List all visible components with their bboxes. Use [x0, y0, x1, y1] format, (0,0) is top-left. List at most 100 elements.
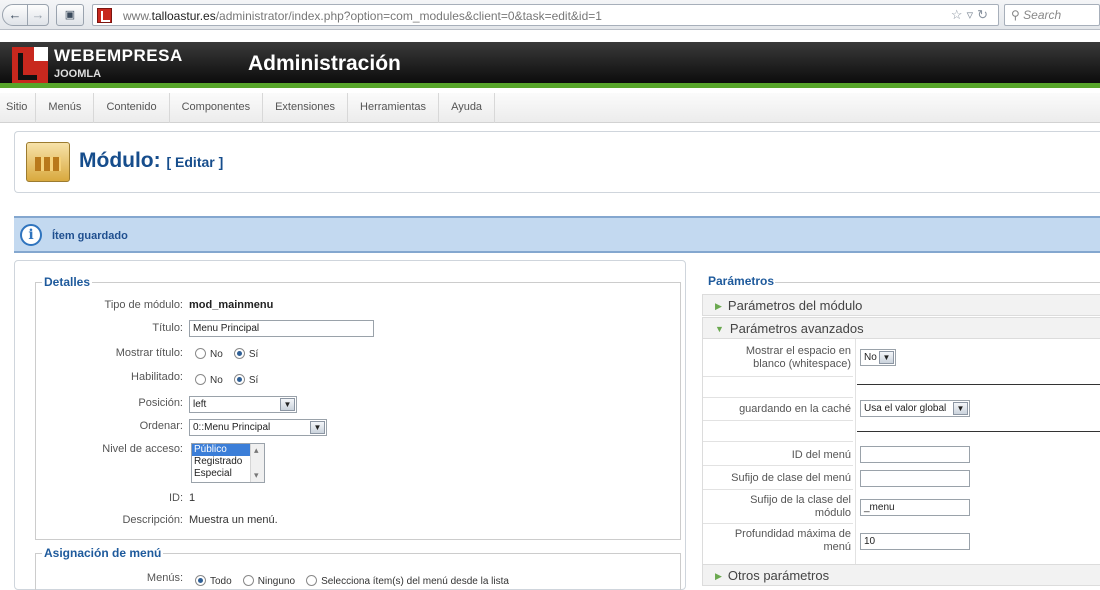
- admin-title: Administración: [248, 52, 401, 75]
- row-divider: [703, 441, 853, 442]
- module-params-header[interactable]: ▶ Parámetros del módulo: [702, 294, 1100, 316]
- arrow-right-icon: →: [31, 7, 45, 22]
- other-params-header[interactable]: ▶ Otros parámetros: [702, 564, 1100, 586]
- enabled-yes-radio[interactable]: [233, 374, 245, 385]
- star-icon[interactable]: ☆: [951, 7, 967, 22]
- brand-sub: JOOMLA: [54, 68, 102, 80]
- description-label: Descripción:: [122, 514, 183, 526]
- module-type-label: Tipo de módulo:: [104, 299, 183, 311]
- menu-item-herramientas[interactable]: Herramientas: [348, 93, 440, 123]
- menu-id-label: ID del menú: [791, 449, 851, 461]
- whitespace-label: Mostrar el espacio en blanco (whitespace): [745, 345, 851, 370]
- enabled-no-radio[interactable]: [195, 374, 206, 385]
- title-input[interactable]: Menu Principal: [189, 320, 374, 337]
- menu-item-menus[interactable]: Menús: [36, 93, 95, 123]
- menu-assignment-legend: Asignación de menú: [42, 546, 164, 560]
- search-placeholder: Search: [1023, 8, 1062, 22]
- module-type-value: mod_mainmenu: [189, 299, 274, 311]
- order-label: Ordenar:: [139, 420, 183, 432]
- module-details-panel: Detalles Tipo de módulo: mod_mainmenu Tí…: [14, 260, 686, 590]
- row-line: [857, 384, 1100, 385]
- info-icon: i: [20, 224, 42, 246]
- menu-item-sitio[interactable]: Sitio: [0, 93, 37, 123]
- page-subtitle: [ Editar ]: [166, 154, 224, 170]
- menus-label: Menús:: [146, 572, 183, 584]
- max-depth-label: Profundidad máxima de menú: [734, 528, 851, 553]
- row-divider: [703, 376, 853, 377]
- description-value: Muestra un menú.: [189, 514, 278, 526]
- advanced-params-body: Mostrar el espacio en blanco (whitespace)…: [702, 339, 1100, 565]
- module-class-label: Sufijo de la clase del módulo: [750, 494, 851, 519]
- search-icon: ⚲: [1011, 8, 1020, 22]
- listbox-scrollbar[interactable]: [250, 444, 264, 482]
- arrow-left-icon: ←: [8, 7, 22, 22]
- position-select[interactable]: left ▼: [189, 396, 297, 413]
- show-title-no-radio[interactable]: [195, 348, 206, 359]
- menu-id-input[interactable]: [860, 446, 970, 463]
- row-divider: [703, 523, 853, 524]
- address-bar-icons: ☆▿↻: [951, 7, 992, 23]
- title-label: Título:: [152, 322, 183, 334]
- chevron-down-icon: ▼: [280, 398, 295, 411]
- access-level-listbox[interactable]: Público Registrado Especial: [191, 443, 265, 483]
- params-column-divider: [855, 339, 856, 565]
- triangle-right-icon: ▶: [715, 571, 722, 581]
- menu-item-ayuda[interactable]: Ayuda: [439, 93, 496, 123]
- row-divider: [703, 397, 853, 398]
- order-select[interactable]: 0::Menu Principal ▼: [189, 419, 327, 436]
- parameters-divider: [775, 282, 1100, 283]
- toolbar: Módulo: [ Editar ]: [14, 131, 1100, 193]
- max-depth-input[interactable]: 10: [860, 533, 970, 550]
- menu-class-label: Sufijo de clase del menú: [731, 472, 851, 484]
- menu-item-contenido[interactable]: Contenido: [94, 93, 170, 123]
- forward-button[interactable]: →: [27, 4, 49, 26]
- chevron-down-icon: ▼: [310, 421, 325, 434]
- row-divider: [703, 465, 853, 466]
- show-title-label: Mostrar título:: [115, 347, 183, 359]
- show-title-yes-radio[interactable]: [233, 348, 245, 359]
- menus-none-radio[interactable]: [242, 575, 254, 586]
- triangle-right-icon: ▶: [715, 301, 722, 311]
- address-bar[interactable]: www.talloastur.es/administrator/index.ph…: [92, 4, 999, 26]
- menus-radios: Todo Ninguno Selecciona ítem(s) del menú…: [195, 575, 517, 587]
- show-title-radios: No Sí: [195, 348, 266, 360]
- menu-class-input[interactable]: [860, 470, 970, 487]
- row-divider: [703, 420, 853, 421]
- page-info-button[interactable]: ▣: [56, 4, 84, 26]
- system-message: i Ítem guardado: [14, 216, 1100, 253]
- site-favicon-icon: [97, 8, 112, 23]
- webempresa-logo-icon: [12, 47, 48, 83]
- menu-item-componentes[interactable]: Componentes: [170, 93, 264, 123]
- parameters-panel: Parámetros ▶ Parámetros del módulo ▼ Parám…: [700, 260, 1100, 590]
- triangle-down-icon: ▼: [715, 324, 724, 334]
- back-button[interactable]: ←: [2, 4, 28, 26]
- search-input[interactable]: ⚲ Search: [1004, 4, 1100, 26]
- url-text: www.talloastur.es/administrator/index.ph…: [123, 9, 602, 23]
- parameters-legend: Parámetros: [708, 274, 775, 288]
- menus-all-radio[interactable]: [195, 575, 206, 586]
- chevron-down-icon: ▼: [953, 402, 968, 415]
- menus-select-radio[interactable]: [306, 575, 318, 586]
- brand-name: WEBEMPRESA: [54, 46, 183, 65]
- row-line: [857, 431, 1100, 432]
- details-legend: Detalles: [42, 275, 93, 289]
- access-level-label: Nivel de acceso:: [102, 443, 183, 455]
- whitespace-select[interactable]: No ▼: [860, 349, 896, 366]
- message-text: Ítem guardado: [52, 230, 128, 242]
- menu-item-extensiones[interactable]: Extensiones: [263, 93, 349, 123]
- module-class-input[interactable]: _menu: [860, 499, 970, 516]
- admin-header: WEBEMPRESA JOOMLA Administración: [0, 42, 1100, 88]
- reload-icon[interactable]: ↻: [977, 7, 992, 22]
- enabled-label: Habilitado:: [131, 371, 183, 383]
- cache-select[interactable]: Usa el valor global ▼: [860, 400, 970, 417]
- chevron-down-icon: ▼: [879, 351, 894, 364]
- row-divider: [703, 489, 853, 490]
- module-icon: [26, 142, 70, 182]
- main-menu: Sitio Menús Contenido Componentes Extens…: [0, 93, 1100, 123]
- page-title: Módulo: [ Editar ]: [79, 149, 224, 172]
- advanced-params-header[interactable]: ▼ Parámetros avanzados: [702, 317, 1100, 339]
- dropdown-arrow-icon[interactable]: ▿: [967, 7, 978, 22]
- access-option-publico[interactable]: Público: [192, 444, 250, 456]
- position-label: Posición:: [138, 397, 183, 409]
- id-value: 1: [189, 492, 196, 504]
